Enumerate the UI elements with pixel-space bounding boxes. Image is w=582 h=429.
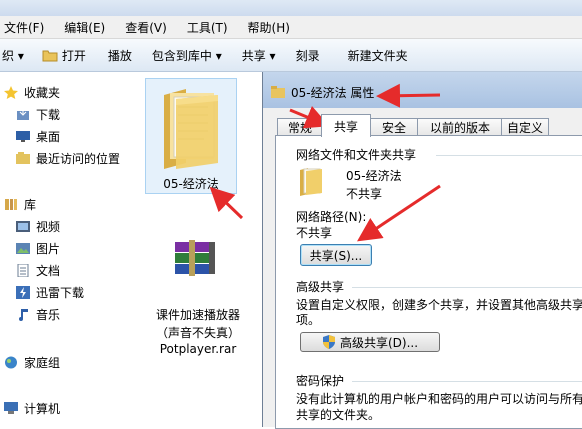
menu-view[interactable]: 查看(V) <box>125 19 167 36</box>
homegroup-icon <box>5 356 17 368</box>
rar-file-label-line3: Potplayer.rar <box>159 342 237 356</box>
sharing-panel: 网络文件和文件夹共享 05-经济法 不共享 网络路径(N): 不共享 共享(S)… <box>275 135 582 429</box>
folder-icon <box>164 89 218 169</box>
computer-icon <box>4 401 18 414</box>
play-button[interactable]: 播放 <box>108 47 132 64</box>
menu-bar: 文件(F) 编辑(E) 查看(V) 工具(T) 帮助(H) <box>0 16 582 39</box>
thunder-icon <box>16 285 30 299</box>
network-path-label: 网络路径(N): <box>296 210 367 224</box>
sidebar-item-videos[interactable]: 视频 <box>0 216 60 236</box>
network-sharing-group-title: 网络文件和文件夹共享 <box>296 148 417 162</box>
address-bar-strip <box>0 0 582 17</box>
sidebar-item-label: 视频 <box>36 219 61 234</box>
sidebar-item-music[interactable]: 音乐 <box>0 304 60 324</box>
folder-item-label: 05-经济法 <box>163 177 219 191</box>
advanced-sharing-group-title: 高级共享 <box>296 280 345 294</box>
video-icon <box>16 220 30 232</box>
open-button-label: 打开 <box>61 48 86 63</box>
dialog-titlebar[interactable]: 05-经济法 属性 <box>263 72 582 108</box>
sidebar-item-desktop[interactable]: 桌面 <box>0 126 60 146</box>
rar-file-label-line2: （声音不失真） <box>155 326 240 340</box>
sidebar-item-homegroup[interactable]: 家庭组 <box>0 352 60 372</box>
tab-previous-versions[interactable]: 以前的版本 <box>417 118 503 136</box>
rar-file-item[interactable]: 课件加速播放器 （声音不失真） Potplayer.rar <box>139 210 257 360</box>
menu-tools[interactable]: 工具(T) <box>187 19 228 36</box>
tab-general[interactable]: 常规 <box>277 118 323 136</box>
network-path-value: 不共享 <box>296 226 333 240</box>
sidebar-item-pictures[interactable]: 图片 <box>0 238 60 258</box>
folder-icon <box>271 86 285 98</box>
document-icon <box>17 263 29 277</box>
sidebar-item-computer[interactable]: 计算机 <box>0 398 60 418</box>
advanced-sharing-button[interactable]: 高级共享(D)... <box>300 332 440 352</box>
navigation-pane: 收藏夹 下载 桌面 最近访问的位置 库 视频 图片 文档 迅雷下载 音乐 家庭组 <box>0 72 138 427</box>
shared-folder-status: 不共享 <box>346 187 383 201</box>
tab-sharing[interactable]: 共享 <box>321 114 371 137</box>
sidebar-item-label: 库 <box>24 197 37 212</box>
download-icon <box>17 107 29 120</box>
sidebar-item-label: 文档 <box>36 263 61 278</box>
tab-security[interactable]: 安全 <box>369 118 419 136</box>
sidebar-item-label: 家庭组 <box>24 355 61 370</box>
share-button[interactable]: 共享(S)... <box>300 244 372 266</box>
advanced-sharing-button-label: 高级共享(D)... <box>339 335 419 350</box>
password-protection-group-title: 密码保护 <box>296 374 345 388</box>
shared-folder-name: 05-经济法 <box>346 169 402 183</box>
file-list-pane: 05-经济法 课件加速播放器 （声音不失真） Potplayer.rar <box>139 72 261 427</box>
tab-customize[interactable]: 自定义 <box>501 118 549 136</box>
password-protection-description-2: 共享的文件夹。 <box>296 408 381 422</box>
uac-shield-icon <box>322 335 335 349</box>
group-divider <box>352 287 582 288</box>
sidebar-item-recent[interactable]: 最近访问的位置 <box>0 148 120 168</box>
share-with-button[interactable]: 共享 ▾ <box>242 47 276 64</box>
new-folder-button[interactable]: 新建文件夹 <box>348 47 408 64</box>
menu-help[interactable]: 帮助(H) <box>248 19 290 36</box>
open-button[interactable]: 打开 <box>42 47 86 64</box>
include-in-library-button[interactable]: 包含到库中 ▾ <box>152 47 222 64</box>
group-divider <box>352 381 582 382</box>
sidebar-item-libraries[interactable]: 库 <box>0 194 36 214</box>
music-note-icon <box>19 308 28 321</box>
sidebar-item-label: 音乐 <box>36 307 61 322</box>
dialog-title: 05-经济法 属性 <box>291 86 375 100</box>
library-icon <box>5 198 17 210</box>
sidebar-item-label: 收藏夹 <box>24 85 61 100</box>
folder-item-05[interactable]: 05-经济法 <box>145 78 237 194</box>
rar-file-label-line1: 课件加速播放器 <box>155 308 240 322</box>
sidebar-item-label: 计算机 <box>24 401 61 416</box>
desktop-icon <box>16 130 30 142</box>
advanced-sharing-description-2: 项。 <box>296 313 321 327</box>
sidebar-item-label: 迅雷下载 <box>36 285 85 300</box>
recent-places-icon <box>16 151 30 164</box>
sidebar-item-label: 图片 <box>36 241 61 256</box>
burn-button[interactable]: 刻录 <box>296 47 320 64</box>
folder-icon <box>300 168 322 196</box>
sidebar-item-downloads[interactable]: 下载 <box>0 104 60 124</box>
properties-dialog: 05-经济法 属性 常规 共享 安全 以前的版本 自定义 网络文件和文件夹共享 … <box>262 72 582 429</box>
command-toolbar: 织 ▾ 打开 播放 包含到库中 ▾ 共享 ▾ 刻录 新建文件夹 <box>0 39 582 72</box>
winrar-archive-icon <box>175 240 215 276</box>
sidebar-item-favorites[interactable]: 收藏夹 <box>0 82 60 102</box>
advanced-sharing-description-1: 设置自定义权限，创建多个共享，并设置其他高级共享 <box>296 298 582 312</box>
group-divider <box>436 155 582 156</box>
open-folder-icon <box>42 50 58 62</box>
sidebar-item-label: 最近访问的位置 <box>36 151 121 166</box>
sidebar-item-label: 桌面 <box>36 129 61 144</box>
picture-icon <box>16 242 30 254</box>
sidebar-item-label: 下载 <box>36 107 61 122</box>
sidebar-item-documents[interactable]: 文档 <box>0 260 60 280</box>
menu-edit[interactable]: 编辑(E) <box>64 19 105 36</box>
menu-file[interactable]: 文件(F) <box>4 19 44 36</box>
star-icon <box>4 85 18 99</box>
sidebar-item-thunder-downloads[interactable]: 迅雷下载 <box>0 282 84 302</box>
password-protection-description-1: 没有此计算机的用户帐户和密码的用户可以访问与所有 <box>296 392 582 406</box>
organize-button[interactable]: 织 ▾ <box>2 47 24 64</box>
